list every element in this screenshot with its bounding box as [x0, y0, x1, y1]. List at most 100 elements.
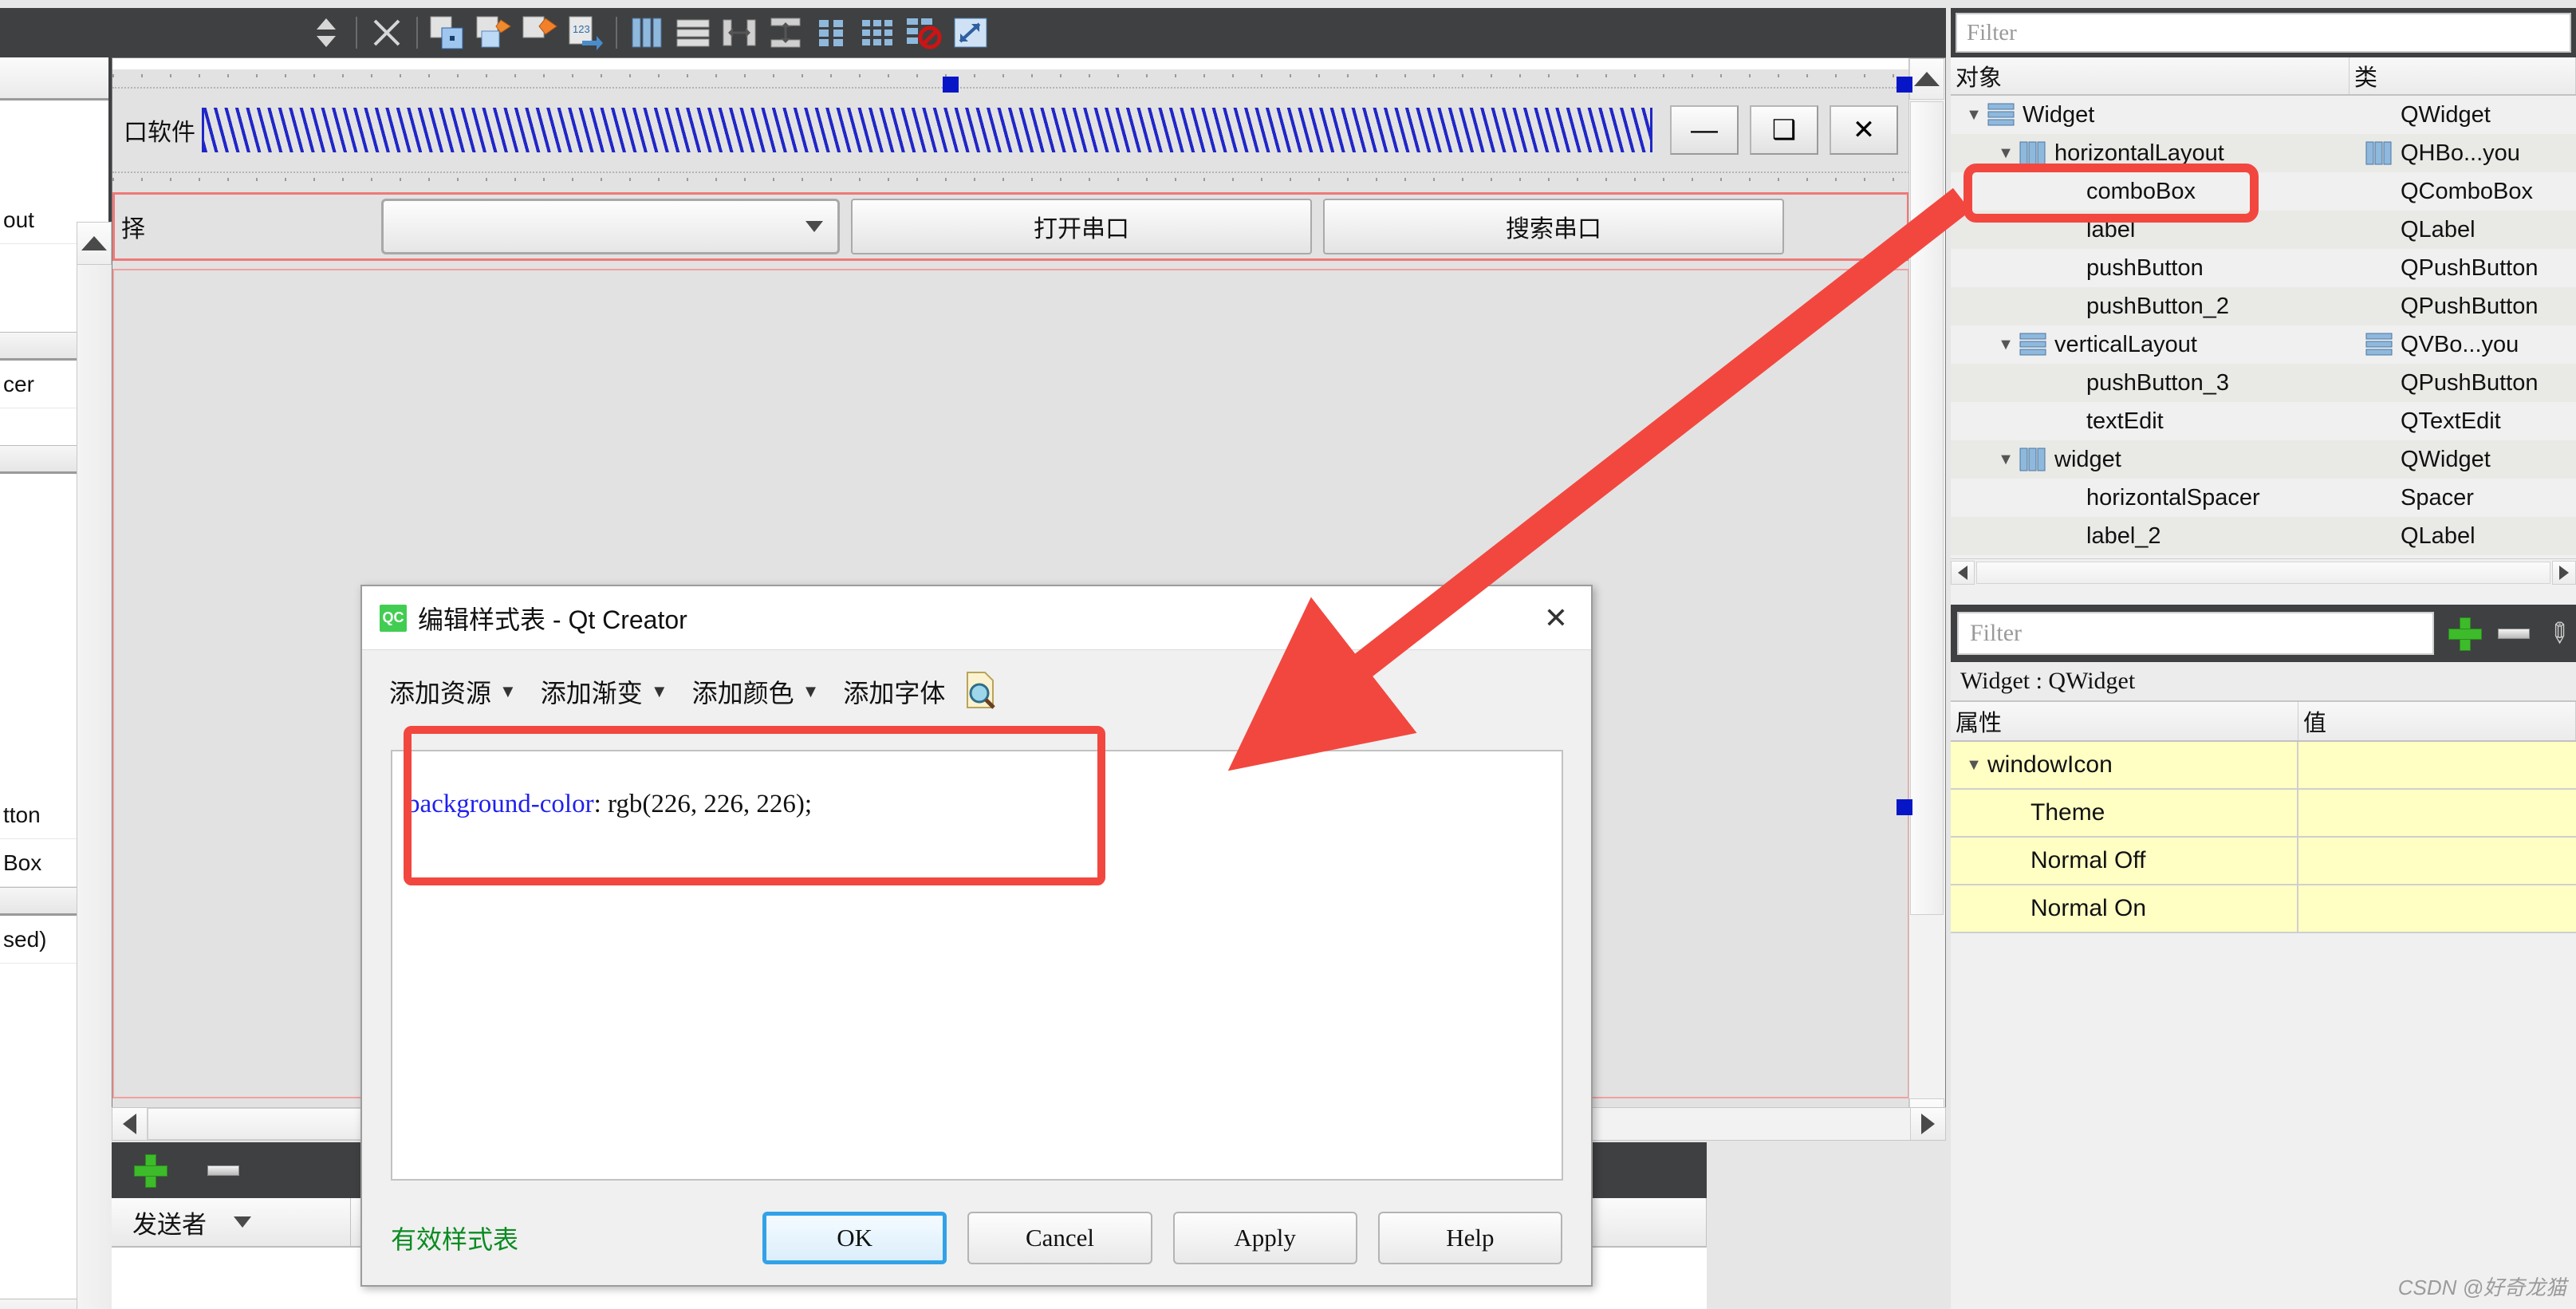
object-tree-row[interactable]: label_2 QLabel	[1951, 517, 2576, 555]
widget-box-scroll-up-button[interactable]	[77, 222, 112, 265]
maximize-button[interactable]: ❑	[1750, 105, 1818, 155]
column-header-sender-label: 发送者	[132, 1210, 207, 1239]
add-connection-button[interactable]	[134, 1154, 167, 1188]
adjust-size-icon[interactable]	[947, 11, 994, 54]
add-color-button[interactable]: 添加颜色	[692, 673, 794, 710]
widget-box-scrollbar[interactable]	[77, 223, 112, 1309]
watermark: CSDN @好奇龙猫	[2397, 1275, 2566, 1299]
spin-updown-icon[interactable]	[303, 11, 349, 54]
object-tree-row[interactable]: horizontalSpacer Spacer	[1951, 479, 2576, 517]
svg-text:123: 123	[573, 23, 590, 35]
chevron-up-icon	[81, 236, 107, 250]
open-serial-port-button[interactable]: 打开串口	[851, 199, 1312, 254]
object-tree-row[interactable]: label QLabel	[1951, 211, 2576, 249]
close-button[interactable]: ✕	[1830, 105, 1898, 155]
object-tree-row[interactable]: pushButton QPushButton	[1951, 249, 2576, 287]
stylesheet-code-editor[interactable]: background-color: rgb(226, 226, 226);	[391, 726, 1563, 1181]
scrollbar-thumb[interactable]	[1910, 101, 1944, 915]
selection-handle-top[interactable]	[943, 77, 959, 93]
search-serial-port-button[interactable]: 搜索串口	[1323, 199, 1784, 254]
chevron-down-icon[interactable]: ▼	[1960, 756, 1987, 775]
layout-grid-icon[interactable]	[855, 11, 901, 54]
chevron-down-icon[interactable]: ▼	[1992, 336, 2019, 354]
property-editor-rows[interactable]: ▼ windowIcon Theme Normal Off Normal On	[1951, 742, 2576, 933]
dialog-close-button[interactable]: ✕	[1538, 601, 1574, 635]
layout-horizontally-icon[interactable]	[624, 11, 670, 54]
layout-vertically-icon[interactable]	[670, 11, 716, 54]
configure-property-button[interactable]: ✎	[2539, 614, 2576, 653]
break-layout-icon[interactable]	[901, 11, 947, 54]
tree-scrollbar-thumb[interactable]	[1976, 561, 2550, 584]
property-row[interactable]: Normal Off	[1951, 838, 2576, 885]
object-tree-row-class: QVBo...you	[2401, 331, 2519, 357]
layout-in-form-icon[interactable]	[809, 11, 855, 54]
object-tree-row-name: textEdit	[2086, 408, 2164, 434]
add-gradient-button[interactable]: 添加渐变	[541, 673, 643, 710]
canvas-vertical-scrollbar[interactable]	[1908, 58, 1945, 1140]
property-name: Theme	[2030, 799, 2105, 826]
scroll-up-button[interactable]	[1909, 58, 1944, 100]
apply-button[interactable]: Apply	[1172, 1212, 1357, 1264]
property-filter-input[interactable]: Filter	[1957, 612, 2434, 655]
column-header-object[interactable]: 对象	[1951, 57, 2350, 94]
layout-splitter-vertical-icon[interactable]	[762, 11, 809, 54]
edit-signals-slots-icon[interactable]	[471, 11, 517, 54]
chevron-down-icon[interactable]: ▼	[1992, 451, 2019, 469]
close-x-icon[interactable]	[364, 11, 410, 54]
add-font-button[interactable]: 添加字体	[843, 673, 945, 710]
object-tree-row-name: pushButton_2	[2086, 293, 2229, 319]
edit-tab-order-icon[interactable]: 123	[563, 11, 609, 54]
property-row[interactable]: ▼ windowIcon	[1951, 742, 2576, 790]
object-tree-horizontal-scrollbar[interactable]	[1951, 558, 2576, 586]
chevron-down-icon[interactable]: ▼	[651, 681, 668, 702]
scroll-right-button[interactable]	[1910, 1108, 1945, 1140]
widget-box-item-label: tton	[3, 802, 41, 827]
remove-connection-button[interactable]	[207, 1165, 239, 1176]
remove-property-button[interactable]	[2497, 628, 2530, 639]
object-tree-row[interactable]: comboBox QComboBox	[1951, 172, 2576, 211]
designer-toolbar: 123	[0, 8, 1946, 57]
chevron-down-icon[interactable]: ▼	[802, 681, 820, 702]
tree-scroll-left-button[interactable]	[1951, 560, 1975, 585]
selection-handle-corner[interactable]	[1897, 77, 1912, 93]
column-header-property[interactable]: 属性	[1951, 702, 2298, 740]
object-tree-row-name: comboBox	[2086, 178, 2196, 204]
combobox-widget[interactable]	[381, 199, 840, 254]
layout-splitter-horizontal-icon[interactable]	[716, 11, 762, 54]
column-header-sender[interactable]: 发送者	[112, 1198, 351, 1248]
chevron-down-icon[interactable]: ▼	[499, 681, 517, 702]
property-name: Normal On	[2030, 895, 2147, 921]
add-property-button[interactable]	[2448, 617, 2482, 651]
object-tree-row-class: QWidget	[2401, 446, 2491, 472]
cancel-button[interactable]: Cancel	[967, 1212, 1152, 1264]
ok-button[interactable]: OK	[762, 1212, 947, 1264]
help-button[interactable]: Help	[1377, 1212, 1562, 1264]
object-tree-row[interactable]: pushButton_3 QPushButton	[1951, 364, 2576, 402]
object-filter-input[interactable]: Filter	[1956, 13, 2571, 53]
column-header-class[interactable]: 类	[2350, 57, 2576, 94]
object-tree-row[interactable]: textEdit QTextEdit	[1951, 402, 2576, 440]
selection-handle-right[interactable]	[1897, 799, 1912, 815]
minimize-button[interactable]: —	[1670, 105, 1739, 155]
right-dock-panel: Filter 对象 类 ▼ Widget QWidget ▼ horizontalLay…	[1951, 8, 2576, 1309]
column-header-value[interactable]: 值	[2298, 702, 2576, 740]
object-tree-row[interactable]: ▼ widget QWidget	[1951, 440, 2576, 479]
horizontal-layout-strip[interactable]: 择 打开串口 搜索串口	[112, 192, 1909, 261]
edit-widgets-icon[interactable]	[424, 11, 471, 54]
add-resource-button[interactable]: 添加资源	[389, 673, 491, 710]
scroll-left-button[interactable]	[112, 1108, 148, 1140]
toolbar-separator-2	[416, 17, 418, 49]
chevron-down-icon[interactable]: ▼	[1992, 144, 2019, 163]
chevron-down-icon[interactable]: ▼	[1960, 106, 1987, 124]
object-tree-row[interactable]: ▼ horizontalLayout QHBo...you	[1951, 134, 2576, 172]
edit-stylesheet-dialog[interactable]: QC 编辑样式表 - Qt Creator ✕ 添加资源 ▼ 添加渐变 ▼ 添加…	[360, 585, 1593, 1287]
object-inspector-tree[interactable]: ▼ Widget QWidget ▼ horizontalLayout QHBo...yo…	[1951, 96, 2576, 558]
edit-buddies-icon[interactable]	[517, 11, 563, 54]
tree-scroll-right-button[interactable]	[2552, 560, 2576, 585]
property-row[interactable]: Theme	[1951, 790, 2576, 838]
magnifier-document-icon[interactable]	[964, 671, 998, 713]
object-tree-row[interactable]: ▼ Widget QWidget	[1951, 96, 2576, 134]
object-tree-row[interactable]: ▼ verticalLayout QVBo...you	[1951, 325, 2576, 364]
object-tree-row[interactable]: pushButton_2 QPushButton	[1951, 287, 2576, 325]
property-row[interactable]: Normal On	[1951, 885, 2576, 933]
